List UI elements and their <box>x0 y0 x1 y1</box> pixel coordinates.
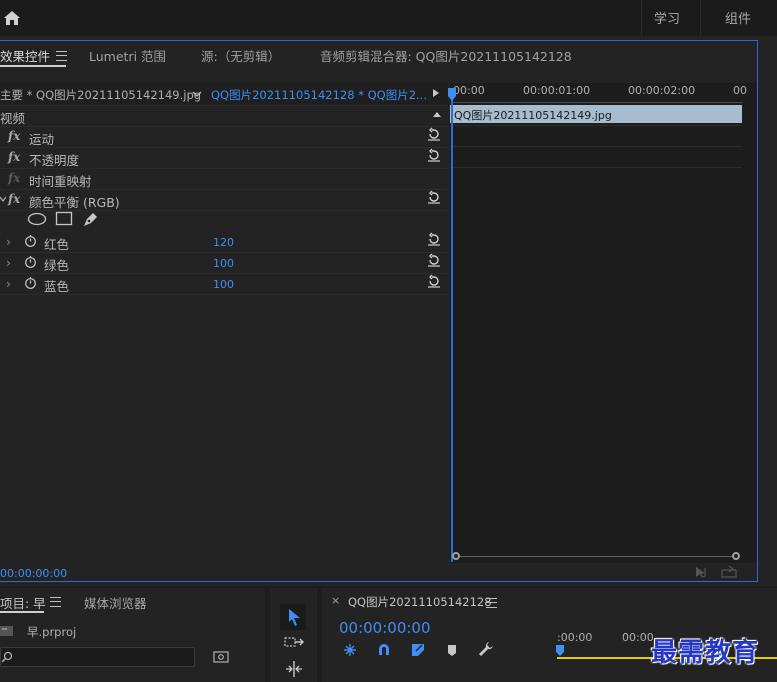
tab-audio-clip-mixer[interactable]: 音频剪辑混合器: QQ图片20211105142128 <box>320 46 572 65</box>
collapse-up-icon[interactable] <box>432 111 442 118</box>
play-triangle-icon[interactable] <box>432 88 440 98</box>
param-value[interactable]: 100 <box>213 257 234 270</box>
tab-effect-controls[interactable]: 效果控件 <box>0 46 50 65</box>
stopwatch-icon[interactable] <box>24 234 37 247</box>
home-icon[interactable] <box>2 8 22 28</box>
panel-menu-icon[interactable] <box>50 597 61 607</box>
panel-menu-icon[interactable] <box>56 51 67 61</box>
reset-icon[interactable] <box>427 127 441 141</box>
audio-play-icon[interactable] <box>695 566 711 578</box>
clip-label: QQ图片20211105142149.jpg <box>454 109 612 122</box>
sequence-tab[interactable]: QQ图片20211105142128 <box>348 594 492 610</box>
track-line <box>450 167 742 168</box>
tab-source[interactable]: 源:（无剪辑） <box>201 46 280 65</box>
wrench-icon[interactable] <box>478 641 494 657</box>
fx-icon[interactable]: fx <box>8 150 20 164</box>
ruler-label: 00:00:02:00 <box>628 84 696 97</box>
tab-media-browser[interactable]: 媒体浏览器 <box>84 593 147 612</box>
workspace-tab-assembly[interactable]: 组件 <box>725 8 751 27</box>
snap-magnet-icon[interactable] <box>376 642 392 658</box>
chevron-right-icon[interactable]: › <box>6 255 11 270</box>
chevron-down-icon[interactable] <box>0 195 6 203</box>
param-value[interactable]: 100 <box>213 278 234 291</box>
panel-menu-icon[interactable] <box>486 598 497 608</box>
ripple-edit-tool-icon[interactable] <box>283 658 305 680</box>
effect-name: 运动 <box>29 132 55 147</box>
reset-icon[interactable] <box>427 232 441 246</box>
master-clip-label[interactable]: 主要 * QQ图片20211105142149.jpg <box>0 87 201 103</box>
param-name: 红色 <box>44 237 70 252</box>
project-file-icon <box>0 626 13 636</box>
chevron-right-icon[interactable]: › <box>6 234 11 249</box>
section-row-video <box>0 105 448 127</box>
add-marker-icon[interactable] <box>445 643 459 657</box>
stopwatch-icon[interactable] <box>24 276 37 289</box>
effect-row-motion[interactable] <box>0 126 448 148</box>
sequence-timecode[interactable]: 00:00:00:00 <box>339 619 431 637</box>
reset-icon[interactable] <box>427 148 441 162</box>
search-icon <box>1 651 13 663</box>
project-file-name: 早.prproj <box>27 625 77 639</box>
sequence-clip-label[interactable]: QQ图片20211105142128 * QQ图片2... <box>211 87 427 103</box>
ruler-label: 00 <box>733 84 747 97</box>
export-frame-icon[interactable] <box>721 565 737 578</box>
effect-timecode[interactable]: 00:00:00:00 <box>0 567 67 580</box>
linked-selection-icon[interactable] <box>410 642 426 658</box>
reset-icon[interactable] <box>427 274 441 288</box>
playhead[interactable] <box>451 88 453 562</box>
fx-icon[interactable]: fx <box>8 192 20 206</box>
fx-icon[interactable]: fx <box>8 129 20 143</box>
mini-timeline[interactable] <box>450 83 757 563</box>
track-line <box>450 146 742 147</box>
playhead-marker-icon[interactable] <box>448 88 456 102</box>
ruler-ticks <box>453 98 743 103</box>
workspace-tab-learn[interactable]: 学习 <box>654 8 680 27</box>
zoom-scrollbar[interactable] <box>456 556 736 557</box>
effect-name: 不透明度 <box>29 153 80 168</box>
chevron-down-icon[interactable] <box>192 90 202 98</box>
ruler-label: 00:00:01:00 <box>523 84 591 97</box>
rectangle-mask-icon[interactable] <box>55 211 73 226</box>
fx-icon: fx <box>8 171 21 185</box>
reset-icon[interactable] <box>427 253 441 267</box>
workspace-separator <box>641 0 642 36</box>
pen-mask-icon[interactable] <box>82 210 100 228</box>
effect-name: 时间重映射 <box>29 174 92 189</box>
active-tab-underline <box>0 65 66 67</box>
param-value[interactable]: 120 <box>213 236 234 249</box>
track-select-tool-icon[interactable] <box>283 632 305 654</box>
workspace-separator <box>700 0 701 36</box>
scrollbar-handle-left[interactable] <box>452 552 460 560</box>
param-name: 蓝色 <box>44 279 70 294</box>
reset-icon[interactable] <box>427 190 441 204</box>
selection-tool-icon[interactable] <box>283 606 305 628</box>
ruler-label: 00:00 <box>453 84 485 97</box>
track-line <box>450 125 742 126</box>
tab-project[interactable]: 项目: 早 <box>0 593 46 612</box>
tab-lumetri-scopes[interactable]: Lumetri 范围 <box>89 46 166 65</box>
param-name: 绿色 <box>44 258 70 273</box>
sequence-ruler-label: :00:00 <box>557 631 593 644</box>
playhead-marker-icon[interactable] <box>556 645 564 657</box>
sequence-ruler-label: 00:00 <box>622 631 654 644</box>
close-icon[interactable]: × <box>331 594 340 607</box>
active-tab-underline <box>0 611 44 613</box>
nest-icon[interactable] <box>342 642 358 658</box>
ellipse-mask-icon[interactable] <box>27 212 47 226</box>
scrollbar-handle-right[interactable] <box>732 552 740 560</box>
watermark-text: 最需教育 <box>651 638 760 668</box>
search-input[interactable] <box>0 647 195 667</box>
section-label-video: 视频 <box>0 111 26 126</box>
chevron-right-icon[interactable]: › <box>6 276 11 291</box>
stopwatch-icon[interactable] <box>24 255 37 268</box>
find-bin-icon[interactable] <box>213 650 229 663</box>
effect-name: 颜色平衡 (RGB) <box>29 195 120 210</box>
